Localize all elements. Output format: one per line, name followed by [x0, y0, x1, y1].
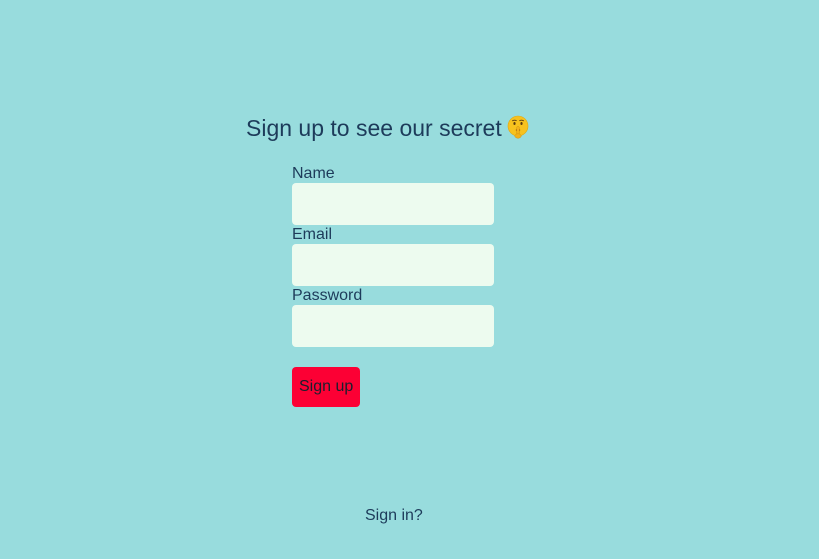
password-label: Password — [292, 287, 363, 304]
sign-in-link[interactable]: Sign in? — [365, 507, 423, 525]
email-label: Email — [292, 226, 333, 243]
name-input[interactable] — [292, 183, 494, 225]
sign-up-button[interactable]: Sign up — [292, 367, 361, 407]
page-title: Sign up to see our secret — [246, 112, 530, 144]
email-input[interactable] — [292, 244, 494, 286]
page-title-text: Sign up to see our secret — [246, 115, 502, 141]
email-field-group: Email — [292, 225, 494, 286]
signup-form: Name Email Password Sign up — [292, 164, 494, 407]
shushing-face-icon — [507, 115, 529, 139]
password-field-group: Password — [292, 286, 494, 347]
password-input[interactable] — [292, 305, 494, 347]
name-label: Name — [292, 165, 335, 182]
name-field-group: Name — [292, 164, 494, 225]
